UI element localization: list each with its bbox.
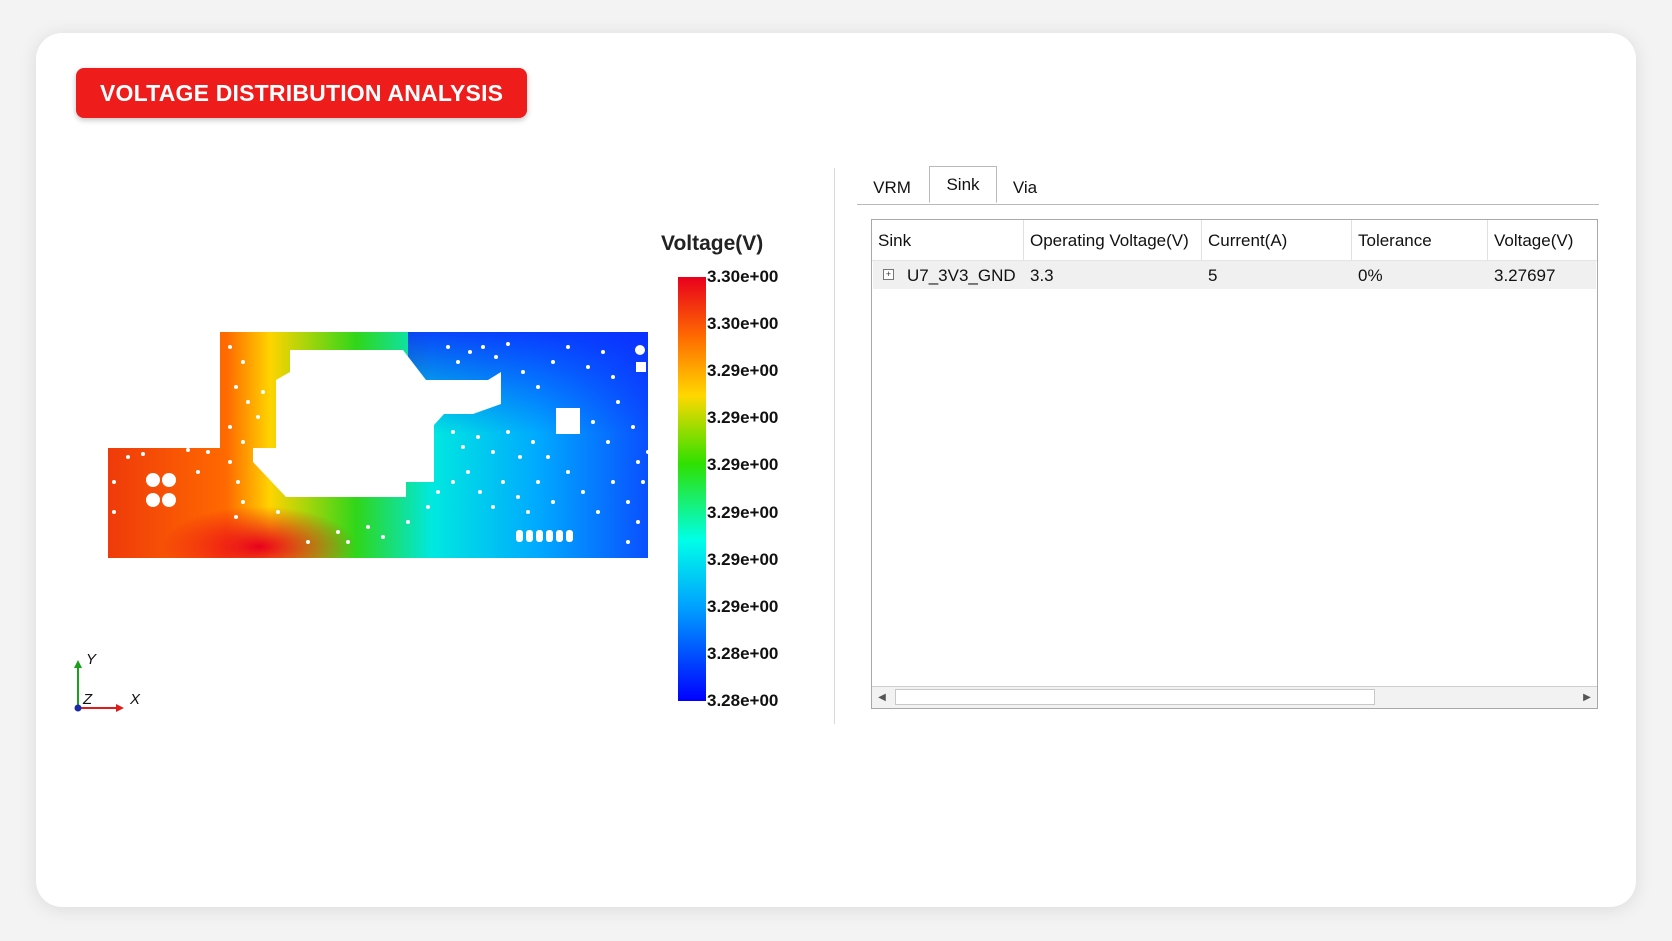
axis-x-label: X — [129, 691, 141, 708]
cell-sink: U7_3V3_GND — [907, 266, 1016, 285]
page-title: VOLTAGE DISTRIBUTION ANALYSIS — [76, 68, 528, 118]
scroll-right-icon[interactable]: ▶ — [1577, 687, 1597, 708]
colorbar-tick-label: 3.28e+00 — [707, 643, 779, 663]
column-header-operating-voltage[interactable]: Operating Voltage(V) — [1024, 220, 1202, 260]
cell-operating-voltage: 3.3 — [1030, 266, 1054, 285]
colorbar-title: Voltage(V) — [661, 232, 764, 255]
tab-vrm[interactable]: VRM — [857, 168, 927, 204]
axis-y-label: Y — [86, 651, 97, 668]
scrollbar-thumb[interactable] — [895, 689, 1375, 705]
colorbar-tick-label: 3.29e+00 — [707, 596, 779, 616]
colorbar — [678, 277, 706, 701]
axis-triad-icon: Y Z X — [74, 651, 141, 712]
table-row[interactable]: + U7_3V3_GND 3.3 5 0% 3.27697 — [873, 261, 1596, 289]
tab-sink[interactable]: Sink — [929, 166, 997, 203]
tab-bar: VRM Sink Via — [857, 166, 1599, 205]
colorbar-tick-label: 3.29e+00 — [707, 408, 779, 428]
column-header-sink[interactable]: Sink — [872, 220, 1024, 260]
panel-divider — [834, 168, 835, 724]
colorbar-tick-label: 3.29e+00 — [707, 361, 779, 381]
colorbar-tick-label: 3.30e+00 — [707, 314, 779, 334]
colorbar-tick-label: 3.29e+00 — [707, 502, 779, 522]
colorbar-tick-label: 3.28e+00 — [707, 691, 779, 710]
colorbar-tick-label: 3.29e+00 — [707, 549, 779, 569]
colorbar-tick-label: 3.30e+00 — [707, 267, 779, 286]
column-header-voltage[interactable]: Voltage(V) — [1488, 220, 1598, 260]
cell-voltage: 3.27697 — [1494, 266, 1556, 285]
column-header-tolerance[interactable]: Tolerance — [1352, 220, 1488, 260]
scroll-left-icon[interactable]: ◀ — [872, 687, 892, 708]
voltage-heatmap — [108, 332, 648, 558]
horizontal-scrollbar[interactable]: ◀ ▶ — [872, 686, 1597, 708]
colorbar-tick-label: 3.29e+00 — [707, 455, 779, 475]
cell-tolerance: 0% — [1358, 266, 1383, 285]
axis-z-label: Z — [82, 691, 93, 708]
table-header: Sink Operating Voltage(V) Current(A) Tol… — [872, 220, 1597, 261]
tab-via[interactable]: Via — [997, 168, 1053, 204]
column-header-current[interactable]: Current(A) — [1202, 220, 1352, 260]
sink-table: Sink Operating Voltage(V) Current(A) Tol… — [871, 219, 1598, 709]
expand-icon[interactable]: + — [883, 269, 894, 280]
cell-current: 5 — [1208, 266, 1218, 285]
